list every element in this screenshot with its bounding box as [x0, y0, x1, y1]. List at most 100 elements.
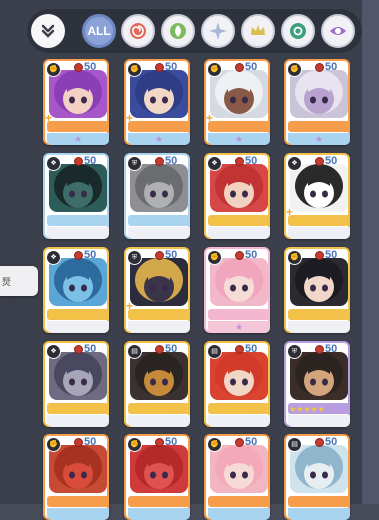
star-band: [47, 496, 109, 507]
left-edge: [0, 0, 22, 504]
rank-band: ★: [208, 321, 270, 333]
character-card[interactable]: ✊ 50 ★★★★★: [284, 247, 350, 333]
character-card[interactable]: ✊ 50 ★: [284, 59, 350, 145]
character-portrait: [290, 258, 348, 306]
character-portrait: [130, 445, 188, 493]
star-band: [288, 496, 350, 507]
character-card[interactable]: ✊ 50 + ★: [43, 59, 109, 145]
rank-band: [128, 508, 190, 520]
star-rating: ★★★★★: [289, 310, 325, 320]
filter-earth-button[interactable]: [161, 14, 195, 48]
rank-star-icon: ★: [154, 133, 164, 144]
character-portrait: [49, 258, 107, 306]
cost-coin-icon: [315, 345, 324, 354]
rank-band: [128, 321, 190, 333]
character-card[interactable]: ❖ 50 ★★★★★: [204, 153, 270, 239]
rank-band: [288, 415, 350, 427]
rank-band: ★: [47, 133, 109, 145]
character-portrait: [210, 258, 268, 306]
character-card[interactable]: ✊ 50 ★: [204, 247, 270, 333]
character-portrait: [210, 164, 268, 212]
character-card[interactable]: ⛨ 50: [124, 153, 190, 239]
cost-value: 50: [245, 343, 258, 355]
fist-class-icon: ✊: [207, 250, 222, 265]
star-band: [208, 496, 270, 507]
star-band: [128, 215, 190, 226]
star-rating: ★★★★★: [209, 404, 245, 414]
cost-coin-icon: [155, 157, 164, 166]
filter-light-button[interactable]: [241, 14, 275, 48]
character-card[interactable]: ❖ 50: [43, 153, 109, 239]
character-portrait: [49, 352, 107, 400]
character-card[interactable]: ✊ 50: [204, 434, 270, 520]
cost-coin-icon: [235, 251, 244, 260]
star-band: [128, 121, 190, 132]
book-class-icon: ▤: [287, 437, 302, 452]
character-portrait: [290, 164, 348, 212]
shield-class-icon: ⛨: [127, 250, 142, 265]
filter-water-button[interactable]: [281, 14, 315, 48]
character-card[interactable]: ▤ 50: [284, 434, 350, 520]
cost-coin-icon: [74, 438, 83, 447]
character-card[interactable]: ✊ 50: [124, 434, 190, 520]
wind-class-icon: ❖: [207, 156, 222, 171]
book-class-icon: ▤: [207, 344, 222, 359]
crown-icon: [251, 25, 265, 35]
rank-band: [128, 415, 190, 427]
side-popup-tab[interactable]: 燹: [0, 266, 38, 296]
cost-coin-icon: [235, 63, 244, 72]
rank-band: [47, 508, 109, 520]
eye-icon: [330, 27, 346, 35]
character-portrait: [49, 70, 107, 118]
character-portrait: [130, 352, 188, 400]
star-rating: ★★★★★: [48, 404, 84, 414]
character-card[interactable]: ▤ 50 ★★★★★: [124, 341, 190, 427]
star-band: [128, 496, 190, 507]
fist-class-icon: ✊: [287, 62, 302, 77]
star-band: [47, 121, 109, 132]
filter-fire-button[interactable]: [121, 14, 155, 48]
spiral-icon: [130, 23, 146, 39]
character-card[interactable]: ❖ 50 ★★★★★: [43, 247, 109, 333]
fist-class-icon: ✊: [207, 62, 222, 77]
collapse-button[interactable]: [31, 14, 65, 48]
character-card[interactable]: ✊ 50 + ★: [124, 59, 190, 145]
side-popup-label: 燹: [2, 276, 12, 287]
rank-star-icon: ★: [234, 321, 244, 332]
cost-value: 50: [165, 436, 178, 448]
character-card[interactable]: ✊ 50: [43, 434, 109, 520]
star-band: [288, 121, 350, 132]
character-portrait: [130, 258, 188, 306]
character-card[interactable]: ⛨ 50 ★★★★★: [284, 341, 350, 427]
rank-band: ★: [128, 133, 190, 145]
shield-class-icon: ⛨: [127, 156, 142, 171]
cost-coin-icon: [155, 438, 164, 447]
character-card[interactable]: ✊ 50 + ★: [204, 59, 270, 145]
filter-wind-button[interactable]: [201, 14, 235, 48]
character-card[interactable]: ❖ 50 + ★★★★: [284, 153, 350, 239]
character-card[interactable]: ❖ 50 ★★★★★: [43, 341, 109, 427]
character-card[interactable]: ▤ 50 ★★★★★: [204, 341, 270, 427]
star-rating: ★★★★★: [289, 404, 325, 414]
cost-value: 50: [325, 249, 338, 261]
wind-class-icon: ❖: [46, 156, 61, 171]
character-card[interactable]: ⛨ 50 + ★★★★★: [124, 247, 190, 333]
character-portrait: [130, 164, 188, 212]
wind-class-icon: ❖: [46, 250, 61, 265]
cost-coin-icon: [235, 345, 244, 354]
filter-all-button[interactable]: ALL: [82, 14, 116, 48]
star-rating: ★★★★★: [129, 404, 165, 414]
cost-coin-icon: [155, 251, 164, 260]
cost-value: 50: [84, 343, 97, 355]
character-portrait: [49, 445, 107, 493]
rank-band: [128, 227, 190, 239]
rank-band: [288, 321, 350, 333]
cost-coin-icon: [235, 438, 244, 447]
rank-band: [288, 508, 350, 520]
character-portrait: [210, 70, 268, 118]
rank-star-icon: ★: [73, 133, 83, 144]
rank-band: [208, 415, 270, 427]
cost-coin-icon: [155, 345, 164, 354]
rank-band: ★: [288, 133, 350, 145]
filter-dark-button[interactable]: [321, 14, 355, 48]
